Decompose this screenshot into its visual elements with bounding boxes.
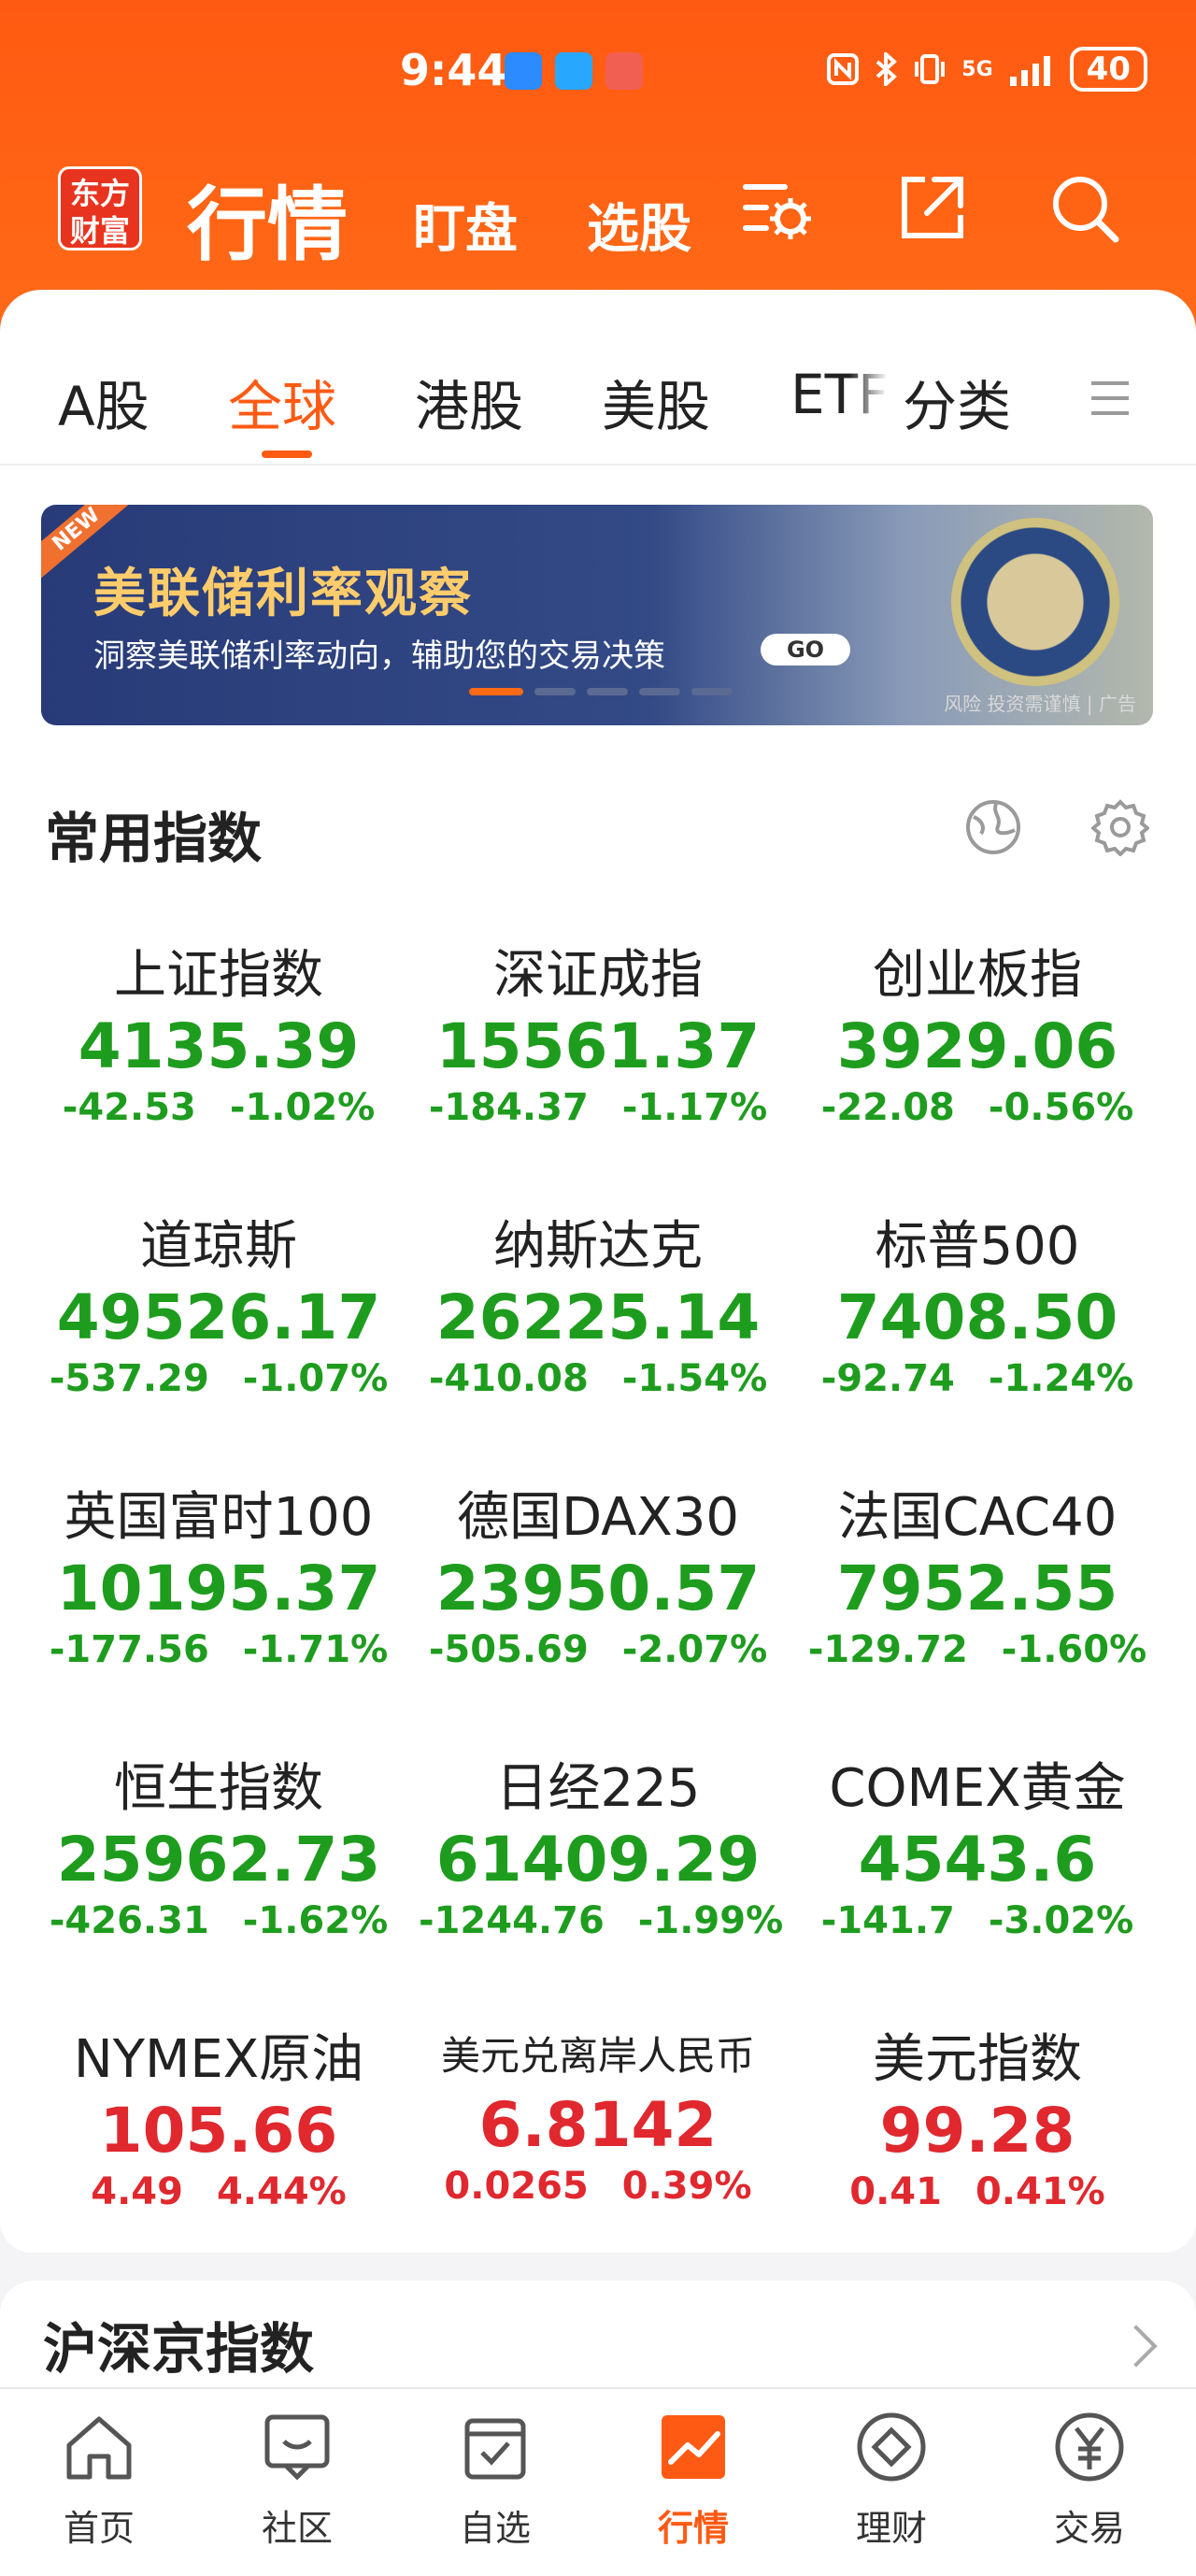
index-card[interactable]: NYMEX原油 105.66 4.49 4.44% (22, 2017, 415, 2213)
nav-trade[interactable]: 交易 (1005, 2408, 1174, 2551)
active-tab-indicator (262, 451, 312, 458)
section-title-common-indices: 常用指数 (45, 807, 263, 870)
promo-banner[interactable]: NEW 美联储利率观察 洞察美联储利率动向，辅助您的交易决策 GO 风险 投资需… (41, 505, 1153, 725)
index-card[interactable]: 德国DAX30 23950.57 -505.69 -2.07% (402, 1475, 794, 1671)
finance-icon (857, 2412, 926, 2482)
banner-subtitle: 洞察美联储利率动向，辅助您的交易决策 (93, 637, 665, 675)
tab-etf[interactable]: ETF (790, 363, 888, 426)
search-icon[interactable] (1046, 170, 1123, 247)
nav-community[interactable]: 社区 (213, 2408, 381, 2551)
tab-global[interactable]: 全球 (228, 363, 336, 441)
notification-icon-2 (555, 52, 592, 90)
carousel-dot (639, 688, 680, 695)
index-card[interactable]: 纳斯达克 26225.14 -410.08 -1.54% (402, 1204, 794, 1400)
signal-icon (1009, 56, 1050, 86)
chevron-right-icon[interactable] (1115, 2325, 1158, 2368)
index-card[interactable]: 创业板指 3929.06 -22.08 -0.56% (781, 933, 1174, 1129)
tab-hk-shares[interactable]: 港股 (415, 363, 523, 441)
gear-icon[interactable] (1091, 798, 1149, 856)
index-card[interactable]: 美元兑离岸人民币 6.8142 0.0265 0.39% (402, 2017, 794, 2208)
index-card[interactable]: 标普500 7408.50 -92.74 -1.24% (781, 1204, 1174, 1400)
home-icon (66, 2416, 132, 2480)
vibrate-icon (915, 54, 946, 84)
watchlist-icon (464, 2418, 526, 2480)
index-card[interactable]: COMEX黄金 4543.6 -141.7 -3.02% (781, 1746, 1174, 1942)
customize-settings-icon[interactable] (738, 170, 815, 247)
tab-watch[interactable]: 盯盘 (413, 187, 518, 263)
carousel-dots (469, 688, 733, 695)
banner-go-button[interactable]: GO (761, 634, 850, 665)
index-card[interactable]: 美元指数 99.28 0.41 0.41% (781, 2017, 1174, 2213)
tab-a-shares[interactable]: A股 (58, 363, 150, 441)
battery-indicator: 40 (1069, 47, 1147, 92)
menu-icon[interactable] (1088, 376, 1132, 421)
tab-category[interactable]: 分类 (903, 363, 1011, 441)
tab-us-shares[interactable]: 美股 (602, 363, 710, 441)
status-app-icons (505, 52, 643, 90)
bottom-nav: 首页 社区 自选 行情 理财 交易 (0, 2387, 1196, 2576)
section-title-hs-indices: 沪深京指数 (43, 2317, 315, 2381)
divider (0, 464, 1196, 465)
tab-stock-picker[interactable]: 选股 (587, 187, 691, 263)
index-card[interactable]: 深证成指 15561.37 -184.37 -1.17% (402, 933, 794, 1129)
carousel-dot (534, 688, 576, 695)
status-system: 5G 40 (827, 47, 1147, 92)
market-tabs: A股 全球 港股 美股 ETF 分类 (0, 290, 1196, 464)
carousel-dot (587, 688, 628, 695)
network-type: 5G (961, 57, 993, 81)
banner-title: 美联储利率观察 (93, 564, 473, 624)
notification-icon-3 (605, 52, 643, 90)
nfc-icon (827, 53, 860, 85)
chat-icon (264, 2414, 330, 2481)
index-card[interactable]: 法国CAC40 7952.55 -129.72 -1.60% (781, 1475, 1174, 1671)
fed-seal-image (951, 518, 1119, 686)
app-logo[interactable]: 东方 财富 (58, 166, 142, 250)
index-card[interactable]: 日经225 61409.29 -1244.76 -1.99% (402, 1746, 794, 1942)
app-header: 9:44 5G 40 东方 财富 行情 盯盘 选股 (0, 0, 1196, 336)
nav-market[interactable]: 行情 (609, 2408, 777, 2551)
main-panel: A股 全球 港股 美股 ETF 分类 NEW 美联储利率观察 洞察美联储利率动向… (0, 290, 1196, 2253)
carousel-dot (469, 688, 523, 695)
market-icon (662, 2415, 725, 2479)
index-card[interactable]: 英国富时100 10195.37 -177.56 -1.71% (22, 1475, 415, 1671)
nav-watchlist[interactable]: 自选 (411, 2408, 579, 2551)
bluetooth-icon (876, 52, 898, 86)
yuan-icon (1055, 2412, 1124, 2482)
nav-home[interactable]: 首页 (15, 2408, 183, 2551)
page-title: 行情 (187, 179, 348, 272)
nav-finance[interactable]: 理财 (807, 2408, 975, 2551)
index-card[interactable]: 道琼斯 49526.17 -537.29 -1.07% (22, 1204, 415, 1400)
index-card[interactable]: 恒生指数 25962.73 -426.31 -1.62% (22, 1746, 415, 1942)
notification-icon-1 (505, 52, 542, 90)
share-icon[interactable] (893, 170, 970, 247)
banner-disclaimer: 风险 投资需谨慎 | 广告 (944, 693, 1136, 715)
status-time: 9:44 (400, 45, 507, 95)
index-card[interactable]: 上证指数 4135.39 -42.53 -1.02% (22, 933, 415, 1129)
carousel-dot (691, 688, 733, 695)
globe-icon[interactable] (964, 798, 1022, 856)
